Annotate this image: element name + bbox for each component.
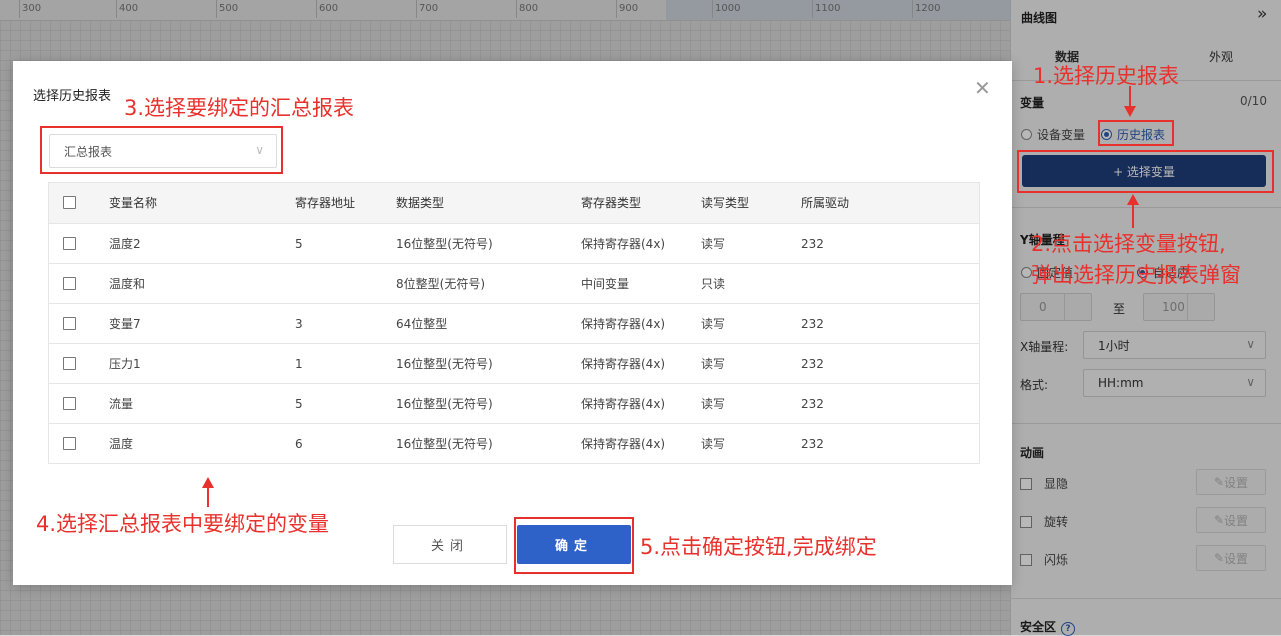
- column-header: 寄存器地址: [295, 196, 356, 210]
- row-checkbox[interactable]: [63, 437, 76, 450]
- annotation-box-confirm: [514, 517, 634, 574]
- table-cell: 3: [295, 317, 303, 331]
- table-cell: 保持寄存器(4x): [581, 237, 666, 251]
- annotation-arrow-up: [202, 477, 214, 507]
- table-cell: 16位整型(无符号): [396, 437, 493, 451]
- annotation-step2-line2: 弹出选择历史报表弹窗: [1031, 263, 1241, 287]
- row-checkbox[interactable]: [63, 277, 76, 290]
- table-cell: 232: [801, 237, 824, 251]
- annotation-step3: 3.选择要绑定的汇总报表: [124, 96, 355, 120]
- table-body: 温度2 5 16位整型(无符号) 保持寄存器(4x) 读写 232 温度和 8位整型(无符号)…: [49, 224, 979, 464]
- annotation-box-select-variable: [1017, 150, 1274, 193]
- table-cell: 保持寄存器(4x): [581, 397, 666, 411]
- close-button[interactable]: 关闭: [393, 525, 507, 564]
- table-cell: 读写: [701, 357, 726, 371]
- annotation-step1: 1.选择历史报表: [1033, 64, 1180, 88]
- table-cell: 16位整型(无符号): [396, 237, 493, 251]
- annotation-step4: 4.选择汇总报表中要绑定的变量: [36, 512, 330, 536]
- table-cell: 232: [801, 357, 824, 371]
- table-cell: 保持寄存器(4x): [581, 317, 666, 331]
- table-row[interactable]: 流量 5 16位整型(无符号) 保持寄存器(4x) 读写 232: [49, 384, 979, 424]
- table-cell: 1: [295, 357, 303, 371]
- row-checkbox[interactable]: [63, 317, 76, 330]
- table-cell: 8位整型(无符号): [396, 277, 485, 291]
- table-cell: 温度: [109, 437, 134, 451]
- table-cell: 6: [295, 437, 303, 451]
- table-row[interactable]: 温度 6 16位整型(无符号) 保持寄存器(4x) 读写 232: [49, 424, 979, 464]
- table-row[interactable]: 温度2 5 16位整型(无符号) 保持寄存器(4x) 读写 232: [49, 224, 979, 264]
- table-cell: 流量: [109, 397, 134, 411]
- table-header-row: 变量名称 寄存器地址 数据类型 寄存器类型 读写类型 所属驱动: [49, 183, 979, 224]
- table-cell: 5: [295, 397, 303, 411]
- row-checkbox[interactable]: [63, 397, 76, 410]
- table-row[interactable]: 变量7 3 64位整型 保持寄存器(4x) 读写 232: [49, 304, 979, 344]
- table-cell: 压力1: [109, 357, 141, 371]
- table-cell: 16位整型(无符号): [396, 397, 493, 411]
- select-all-checkbox[interactable]: [63, 196, 76, 209]
- table-cell: 保持寄存器(4x): [581, 437, 666, 451]
- row-checkbox[interactable]: [63, 237, 76, 250]
- table-cell: 变量7: [109, 317, 141, 331]
- column-header: 寄存器类型: [581, 196, 642, 210]
- table-cell: 温度2: [109, 237, 141, 251]
- table-row[interactable]: 温度和 8位整型(无符号) 中间变量 只读: [49, 264, 979, 304]
- table-cell: 读写: [701, 397, 726, 411]
- annotation-step2-line1: 2.点击选择变量按钮,: [1031, 232, 1226, 256]
- table-cell: 64位整型: [396, 317, 448, 331]
- table-cell: 232: [801, 397, 824, 411]
- annotation-arrow-down: [1124, 86, 1136, 117]
- table-cell: 16位整型(无符号): [396, 357, 493, 371]
- table-row[interactable]: 压力1 1 16位整型(无符号) 保持寄存器(4x) 读写 232: [49, 344, 979, 384]
- column-header: 所属驱动: [801, 196, 850, 210]
- column-header: 变量名称: [109, 196, 158, 210]
- annotation-box-report-select: [40, 126, 283, 174]
- annotation-box-history-radio: [1098, 120, 1174, 146]
- annotation-step5: 5.点击确定按钮,完成绑定: [640, 535, 877, 559]
- table-cell: 232: [801, 317, 824, 331]
- annotation-arrow-up: [1127, 194, 1139, 228]
- variable-table: 变量名称 寄存器地址 数据类型 寄存器类型 读写类型 所属驱动 温度2 5 16位整…: [48, 182, 980, 464]
- table-cell: 5: [295, 237, 303, 251]
- table-cell: 读写: [701, 317, 726, 331]
- column-header: 数据类型: [396, 196, 445, 210]
- table-cell: 保持寄存器(4x): [581, 357, 666, 371]
- row-checkbox[interactable]: [63, 357, 76, 370]
- table-cell: 只读: [701, 277, 726, 291]
- table-cell: 温度和: [109, 277, 146, 291]
- column-header: 读写类型: [701, 196, 750, 210]
- table-cell: 读写: [701, 437, 726, 451]
- table-cell: 232: [801, 437, 824, 451]
- dialog-title: 选择历史报表: [33, 89, 112, 104]
- table-cell: 读写: [701, 237, 726, 251]
- close-icon[interactable]: ✕: [974, 78, 991, 98]
- table-cell: 中间变量: [581, 277, 630, 291]
